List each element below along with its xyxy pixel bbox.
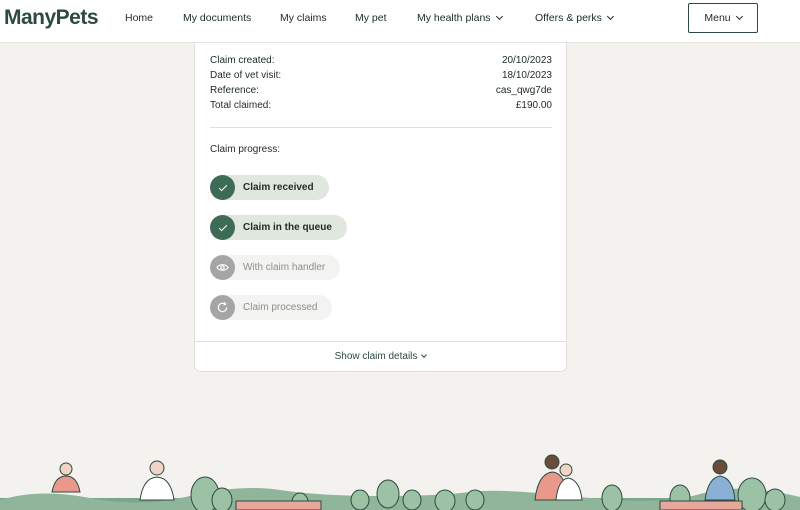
nav-my-documents[interactable]: My documents xyxy=(183,12,251,24)
nav-home[interactable]: Home xyxy=(125,12,153,24)
detail-label: Total claimed: xyxy=(210,100,272,111)
logo[interactable]: ManyPets xyxy=(4,6,99,30)
step-claim-in-queue: Claim in the queue xyxy=(210,215,347,240)
detail-value: 18/10/2023 xyxy=(501,70,552,81)
eye-icon xyxy=(210,255,235,280)
divider xyxy=(210,127,552,128)
step-label: Claim processed xyxy=(223,295,333,320)
menu-button[interactable]: Menu xyxy=(688,3,758,33)
chevron-down-icon xyxy=(735,12,743,20)
step-label: Claim received xyxy=(223,175,329,200)
claim-card: Claim created: 20/10/2023 Date of vet vi… xyxy=(194,43,567,372)
park-illustration xyxy=(0,454,800,510)
check-icon xyxy=(210,215,235,240)
nav-my-pet[interactable]: My pet xyxy=(355,12,387,24)
step-label: Claim in the queue xyxy=(223,215,347,240)
chevron-down-icon xyxy=(495,12,503,21)
nav-my-claims[interactable]: My claims xyxy=(280,12,327,24)
chevron-down-icon xyxy=(606,12,614,21)
detail-row-vet-visit: Date of vet visit: 18/10/2023 xyxy=(210,70,552,81)
nav-my-health-plans-label: My health plans xyxy=(417,12,491,24)
detail-row-claim-created: Claim created: 20/10/2023 xyxy=(210,55,552,66)
refresh-icon xyxy=(210,295,235,320)
claim-progress-label: Claim progress: xyxy=(210,144,281,155)
show-claim-details-button[interactable]: Show claim details xyxy=(195,341,566,371)
detail-row-total-claimed: Total claimed: £190.00 xyxy=(210,100,552,111)
detail-label: Claim created: xyxy=(210,55,275,66)
detail-row-reference: Reference: cas_qwg7de xyxy=(210,85,552,96)
nav-my-health-plans[interactable]: My health plans xyxy=(417,12,503,24)
menu-button-label: Menu xyxy=(704,12,731,24)
step-label: With claim handler xyxy=(223,255,341,280)
step-claim-processed: Claim processed xyxy=(210,295,333,320)
site-header: ManyPets Home My documents My claims My … xyxy=(0,0,800,43)
show-claim-details-label: Show claim details xyxy=(334,351,418,362)
step-claim-received: Claim received xyxy=(210,175,329,200)
detail-value: 20/10/2023 xyxy=(501,55,552,66)
detail-label: Date of vet visit: xyxy=(210,70,282,81)
detail-value: £190.00 xyxy=(515,100,552,111)
step-with-claim-handler: With claim handler xyxy=(210,255,341,280)
check-icon xyxy=(210,175,235,200)
chevron-down-icon xyxy=(421,351,428,358)
nav-offers-perks-label: Offers & perks xyxy=(535,12,602,24)
nav-offers-perks[interactable]: Offers & perks xyxy=(535,12,614,24)
detail-label: Reference: xyxy=(210,85,259,96)
detail-value: cas_qwg7de xyxy=(495,85,552,96)
